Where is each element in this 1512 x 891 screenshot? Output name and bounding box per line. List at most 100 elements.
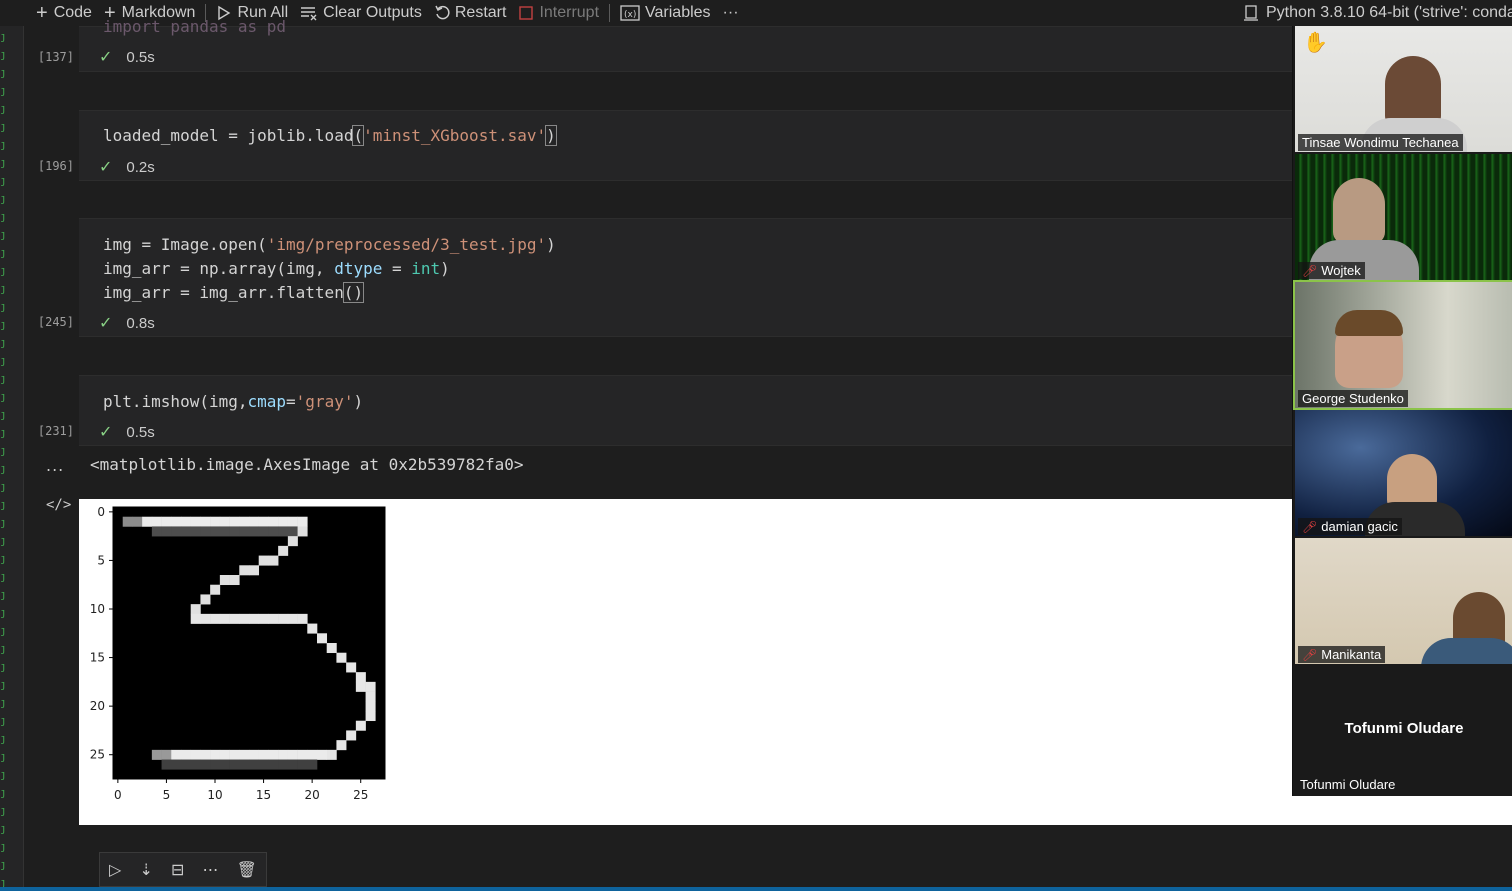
gutter-marker: ȷ — [0, 390, 7, 403]
participant-tile[interactable]: 🎤︎ Wojtek — [1295, 154, 1512, 280]
output-menu-button[interactable]: ... — [46, 456, 64, 475]
mic-muted-icon: 🎤︎ — [1302, 263, 1318, 278]
participant-tile[interactable]: 🎤︎ damian gacic — [1295, 410, 1512, 536]
image-pixel — [190, 749, 201, 760]
more-actions-button[interactable]: ··· — [717, 0, 745, 26]
image-pixel — [268, 555, 279, 566]
code-cell[interactable]: img = Image.open('img/preprocessed/3_tes… — [79, 218, 1292, 337]
participant-name-text: Tinsae Wondimu Techanea — [1302, 135, 1459, 150]
output-renderer-icon[interactable]: </> — [46, 497, 71, 513]
image-pixel — [210, 516, 221, 527]
code-cell[interactable]: import pandas as pd ✓ 0.5s — [79, 17, 1292, 72]
image-pixel — [317, 749, 328, 760]
participant-tile[interactable]: ✋ Tinsae Wondimu Techanea — [1295, 26, 1512, 152]
image-pixel — [171, 759, 182, 770]
gutter-marker: ȷ — [0, 318, 7, 331]
participant-name-text: Manikanta — [1321, 647, 1382, 662]
mic-muted-icon: 🎤︎ — [1302, 519, 1318, 534]
gutter-marker: ȷ — [0, 768, 7, 781]
image-pixel — [258, 613, 269, 624]
image-pixel — [297, 516, 308, 527]
image-pixel — [268, 759, 279, 770]
variables-button[interactable]: (x) Variables — [614, 0, 717, 26]
image-pixel — [258, 555, 269, 566]
image-pixel — [317, 633, 328, 644]
svg-text:(x): (x) — [624, 10, 636, 20]
image-pixel — [239, 613, 250, 624]
kernel-selector[interactable]: Python 3.8.10 64-bit ('strive': conda) — [1242, 0, 1512, 26]
gutter-marker: ȷ — [0, 678, 7, 691]
cell-status: ✓ 0.5s — [99, 422, 155, 442]
variables-label: Variables — [645, 4, 711, 21]
gutter-marker: ȷ — [0, 696, 7, 709]
split-cell-icon[interactable]: ⊟ — [171, 860, 184, 879]
image-pixel — [171, 749, 182, 760]
image-pixel — [181, 526, 192, 537]
gutter-marker: ȷ — [0, 840, 7, 853]
image-pixel — [181, 749, 192, 760]
gutter-marker: ȷ — [0, 66, 7, 79]
image-pixel — [287, 526, 298, 537]
image-pixel — [336, 740, 347, 751]
gutter-marker: ȷ — [0, 174, 7, 187]
participant-name: George Studenko — [1298, 390, 1408, 407]
image-pixel — [278, 759, 289, 770]
image-pixel — [297, 613, 308, 624]
status-bar — [0, 887, 1512, 891]
participant-tile[interactable]: 🎤︎ Manikanta — [1295, 538, 1512, 664]
more-icon[interactable]: ⋯ — [203, 860, 219, 879]
image-pixel — [326, 749, 337, 760]
participant-tile[interactable]: George Studenko — [1293, 280, 1512, 410]
image-pixel — [122, 516, 133, 527]
clear-outputs-button[interactable]: Clear Outputs — [294, 0, 428, 26]
gutter-marker: ȷ — [0, 354, 7, 367]
cell-code: loaded_model = joblib.load('minst_XGboos… — [103, 125, 557, 146]
image-pixel — [190, 516, 201, 527]
image-pixel — [200, 516, 211, 527]
image-pixel — [181, 516, 192, 527]
image-pixel — [268, 749, 279, 760]
image-pixel — [142, 516, 153, 527]
image-pixel — [249, 613, 260, 624]
participant-display-name: Tofunmi Oludare — [1344, 720, 1464, 737]
image-pixel — [151, 526, 162, 537]
image-pixel — [268, 516, 279, 527]
raised-hand-icon: ✋ — [1303, 30, 1328, 54]
check-icon: ✓ — [99, 315, 113, 332]
code-cell[interactable]: plt.imshow(img,cmap='gray') ✓ 0.5s — [79, 375, 1292, 446]
image-pixel — [278, 749, 289, 760]
participant-tile-no-video[interactable]: Tofunmi Oludare Tofunmi Oludare — [1295, 694, 1512, 796]
gutter-marker: ȷ — [0, 300, 7, 313]
image-pixel — [239, 526, 250, 537]
image-pixel — [219, 575, 230, 586]
image-pixel — [200, 594, 211, 605]
image-pixel — [249, 526, 260, 537]
image-pixel — [287, 516, 298, 527]
image-pixel — [297, 749, 308, 760]
run-below-icon[interactable]: ⇣ — [139, 860, 152, 879]
restart-button[interactable]: Restart — [428, 0, 513, 26]
x-tick-label: 20 — [305, 788, 320, 802]
interrupt-button[interactable]: Interrupt — [512, 0, 605, 26]
participant-video — [1335, 310, 1403, 336]
image-pixel — [278, 613, 289, 624]
gutter-marker: ȷ — [0, 246, 7, 259]
gutter-marker: ȷ — [0, 462, 7, 475]
run-above-icon[interactable]: ▷ — [109, 860, 121, 879]
image-pixel — [171, 516, 182, 527]
delete-icon[interactable]: 🗑︎ — [237, 860, 257, 879]
image-pixel — [200, 759, 211, 770]
x-tick-label: 15 — [256, 788, 271, 802]
image-pixel — [346, 730, 357, 741]
image-pixel — [200, 526, 211, 537]
image-pixel — [239, 759, 250, 770]
image-pixel — [210, 526, 221, 537]
image-pixel — [210, 749, 221, 760]
code-cell[interactable]: loaded_model = joblib.load('minst_XGboos… — [79, 110, 1292, 181]
cell-status: ✓ 0.2s — [99, 157, 155, 177]
image-pixel — [346, 662, 357, 673]
image-pixel — [365, 701, 376, 712]
exec-time: 0.8s — [126, 314, 155, 332]
cell-code: plt.imshow(img,cmap='gray') — [103, 392, 364, 411]
gutter-marker: ȷ — [0, 822, 7, 835]
